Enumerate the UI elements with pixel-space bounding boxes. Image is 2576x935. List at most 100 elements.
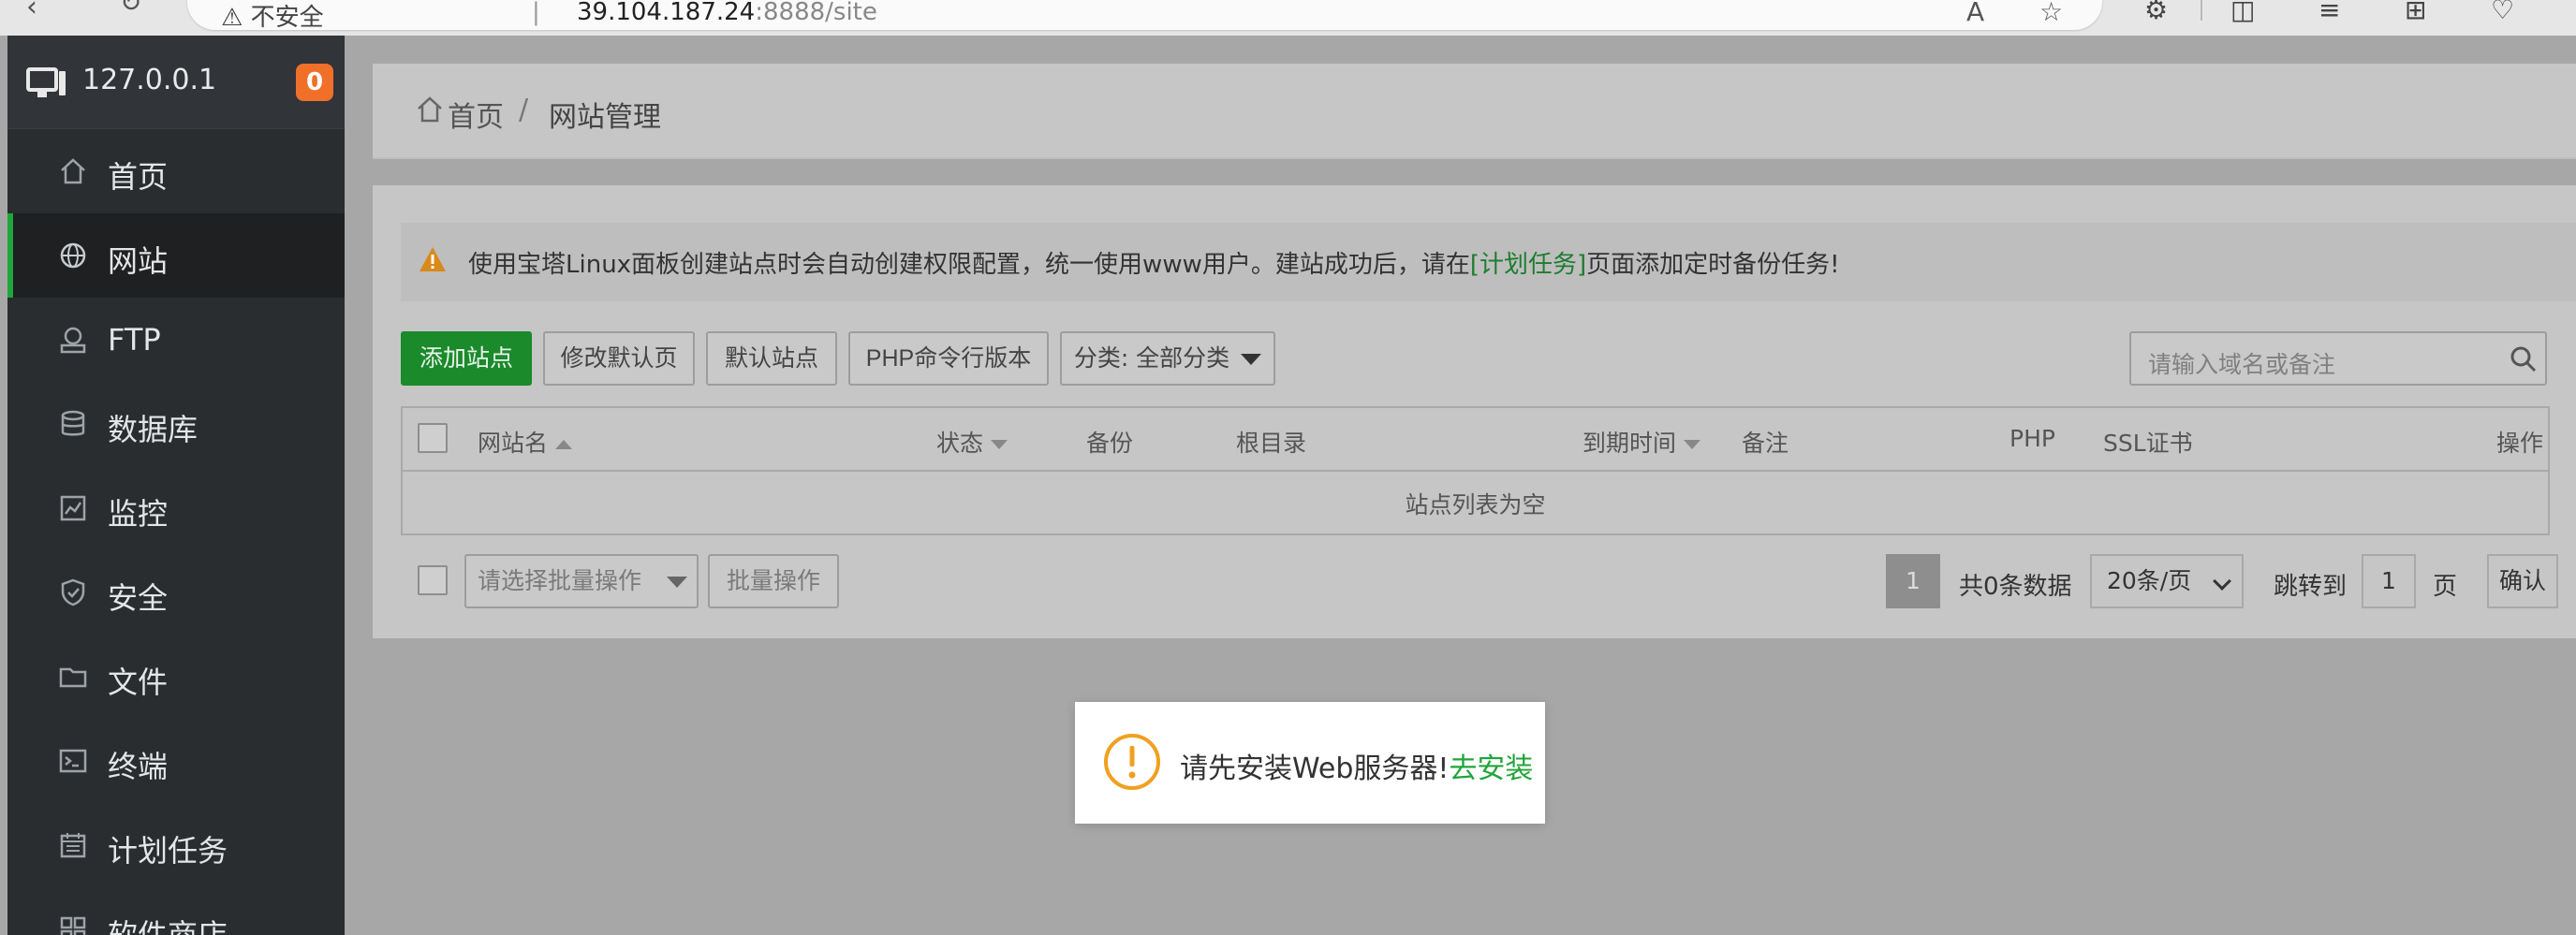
toolbar-divider (2201, 0, 2202, 21)
jump-confirm-button[interactable]: 确认 (2487, 554, 2558, 608)
sidebar-item-terminal[interactable]: 终端 (7, 719, 345, 803)
page-unit-label: 页 (2433, 573, 2458, 601)
site-management-panel: 使用宝塔Linux面板创建站点时会自动创建权限配置，统一使用www用户。建站成功… (373, 185, 2576, 638)
batch-select-checkbox[interactable] (418, 565, 448, 595)
sidebar-item-label: 监控 (108, 496, 169, 532)
sidebar: 127.0.0.1 0 首页 网站 FTP 数据库 监控 安全 文件 终端 计划… (7, 36, 345, 935)
add-site-button[interactable]: 添加站点 (401, 331, 532, 386)
category-select-value: 分类: 全部分类 (1073, 344, 1230, 372)
default-site-button[interactable]: 默认站点 (706, 331, 837, 386)
column-php: PHP (2009, 425, 2055, 452)
exclamation-icon (1104, 734, 1160, 790)
terminal-icon (59, 749, 87, 773)
column-ssl: SSL证书 (2103, 430, 2193, 457)
browser-essentials-icon[interactable]: ♡ (2491, 0, 2514, 25)
monitor-chart-icon (60, 495, 86, 521)
sort-asc-icon (555, 440, 573, 449)
search-input[interactable]: 请输入域名或备注 (2148, 346, 2335, 380)
apps-icon (60, 916, 86, 935)
back-icon[interactable]: ‹ (26, 0, 37, 23)
breadcrumb: 首页 / 网站管理 (373, 64, 2576, 159)
sidebar-item-label: 计划任务 (108, 833, 228, 869)
home-icon[interactable] (416, 95, 444, 124)
column-backup: 备份 (1086, 430, 1134, 457)
home-icon (61, 158, 85, 184)
batch-operation-select[interactable]: 请选择批量操作 (464, 554, 699, 608)
folder-icon (59, 667, 87, 688)
extensions-icon[interactable]: ⚙ (2144, 0, 2168, 25)
sidebar-item-website[interactable]: 网站 (7, 213, 345, 298)
sidebar-item-cron[interactable]: 计划任务 (7, 803, 345, 887)
total-count: 共0条数据 (1959, 573, 2072, 601)
chevron-down-icon (2213, 572, 2231, 591)
sidebar-item-files[interactable]: 文件 (7, 635, 345, 719)
jump-to-label: 跳转到 (2274, 573, 2348, 601)
url-text[interactable]: 39.104.187.24:8888/site (577, 0, 877, 26)
column-remark: 备注 (1742, 430, 1789, 457)
sidebar-item-label: 数据库 (108, 412, 199, 447)
install-link[interactable]: 去安装 (1449, 752, 1533, 785)
breadcrumb-current: 网站管理 (549, 101, 661, 134)
search-icon[interactable] (2510, 345, 2538, 373)
browser-toolbar: ‹ ↻ ⚠ 不安全 | 39.104.187.24:8888/site A ☆ … (0, 0, 2576, 36)
jump-page-input[interactable]: 1 (2362, 554, 2416, 608)
dropdown-caret-icon (1241, 354, 1262, 365)
refresh-icon[interactable]: ↻ (120, 0, 141, 18)
sidebar-item-monitor[interactable]: 监控 (7, 466, 345, 550)
address-separator: | (532, 0, 540, 26)
read-aloud-icon[interactable]: A (1966, 0, 1984, 27)
category-select[interactable]: 分类: 全部分类 (1060, 331, 1275, 386)
address-bar[interactable]: ⚠ 不安全 | 39.104.187.24:8888/site A ☆ (187, 0, 2102, 33)
warning-icon (420, 247, 446, 271)
batch-operation-placeholder: 请选择批量操作 (478, 567, 642, 594)
sidebar-item-home[interactable]: 首页 (7, 129, 345, 213)
modify-default-page-button[interactable]: 修改默认页 (543, 331, 695, 386)
calendar-icon (60, 833, 86, 858)
sidebar-item-security[interactable]: 安全 (7, 550, 345, 635)
sidebar-nav: 首页 网站 FTP 数据库 监控 安全 文件 终端 计划任务 软件商店 (7, 129, 345, 935)
sidebar-item-label: 文件 (108, 665, 169, 700)
install-web-server-toast: 请先安装Web服务器!去安装 (1075, 702, 1545, 824)
search-box[interactable]: 请输入域名或备注 (2129, 331, 2547, 386)
sidebar-item-label: 网站 (108, 243, 169, 279)
database-icon (61, 410, 85, 436)
toast-message: 请先安装Web服务器!去安装 (1180, 752, 1534, 785)
sort-desc-icon (1684, 440, 1701, 449)
column-expire-time[interactable]: 到期时间 (1582, 425, 1701, 459)
breadcrumb-home-link[interactable]: 首页 (448, 94, 504, 135)
shield-icon (61, 578, 85, 606)
page-number-current[interactable]: 1 (1886, 554, 1940, 608)
select-all-checkbox[interactable] (418, 423, 448, 453)
favorite-star-icon[interactable]: ☆ (2039, 0, 2063, 27)
sidebar-item-label: 首页 (108, 159, 169, 195)
security-warning[interactable]: ⚠ 不安全 (221, 0, 324, 33)
sidebar-item-label: 终端 (108, 749, 169, 784)
info-alert: 使用宝塔Linux面板创建站点时会自动创建权限配置，统一使用www用户。建站成功… (401, 223, 2576, 301)
alert-text: 使用宝塔Linux面板创建站点时会自动创建权限配置，统一使用www用户。建站成功… (468, 251, 1840, 279)
globe-icon (60, 242, 86, 269)
sidebar-item-label: 软件商店 (108, 917, 228, 935)
server-header[interactable]: 127.0.0.1 0 (7, 36, 345, 129)
column-site-name[interactable]: 网站名 (478, 425, 573, 459)
server-ip: 127.0.0.1 (82, 64, 217, 96)
sidebar-item-label: FTP (108, 322, 161, 358)
split-screen-icon[interactable]: ◫ (2230, 0, 2255, 25)
php-cli-version-button[interactable]: PHP命令行版本 (848, 331, 1049, 386)
column-status[interactable]: 状态 (936, 425, 1008, 459)
column-actions: 操作 (2496, 430, 2544, 457)
sidebar-item-app-store[interactable]: 软件商店 (7, 887, 345, 935)
empty-table-message: 站点列表为空 (1405, 491, 1546, 519)
collections-icon[interactable]: ⊞ (2405, 0, 2426, 25)
site-table: 网站名 状态 备份 根目录 到期时间 备注 PHP SSL证书 操作 站点列表为… (401, 406, 2550, 535)
breadcrumb-separator: / (519, 94, 529, 126)
monitor-icon (26, 67, 66, 97)
batch-operation-button[interactable]: 批量操作 (708, 554, 839, 608)
sidebar-item-database[interactable]: 数据库 (7, 382, 345, 466)
table-header: 网站名 状态 备份 根目录 到期时间 备注 PHP SSL证书 操作 (403, 408, 2548, 472)
cron-task-link[interactable]: [计划任务] (1470, 251, 1586, 279)
sidebar-item-ftp[interactable]: FTP (7, 298, 345, 382)
favorites-list-icon[interactable]: ≡ (2318, 0, 2340, 25)
notification-badge[interactable]: 0 (296, 64, 333, 101)
ftp-icon (60, 327, 86, 354)
page-size-select[interactable]: 20条/页 (2090, 554, 2244, 608)
